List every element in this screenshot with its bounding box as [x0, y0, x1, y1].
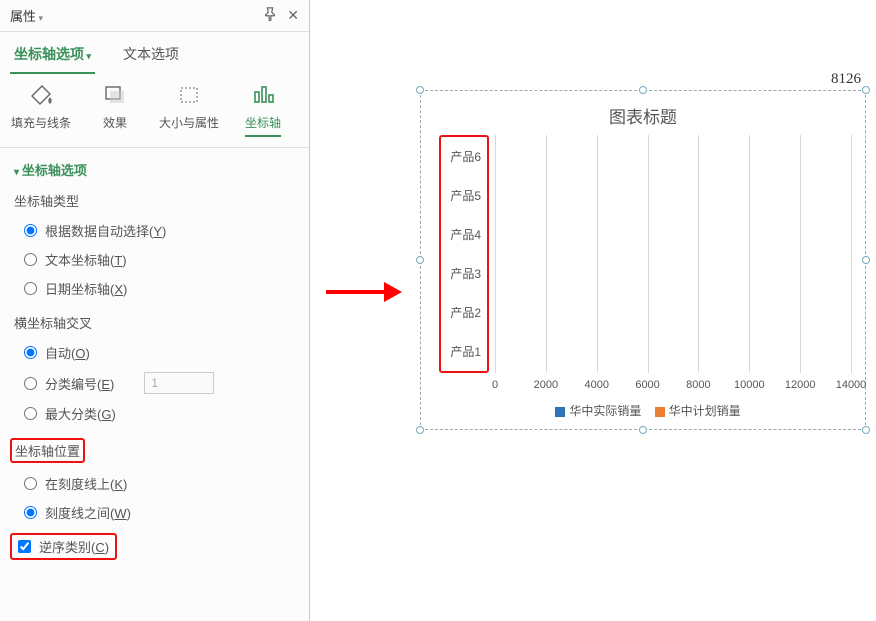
legend-label: 华中实际销量: [569, 404, 641, 418]
radio-label: 最大分类(: [45, 407, 101, 422]
category-label: 产品3: [441, 254, 487, 293]
panel-header: 属性 ✕: [0, 0, 309, 32]
radio-axis-date[interactable]: 日期坐标轴(X): [14, 274, 295, 303]
radio-axis-text[interactable]: 文本坐标轴(T): [14, 245, 295, 274]
radio-label: 自动(: [45, 346, 75, 361]
close-icon[interactable]: ✕: [287, 7, 299, 24]
radio-input[interactable]: [24, 253, 37, 266]
chart-object[interactable]: 8126 图表标题 产品6产品5产品4产品3产品2产品1 02000400060…: [420, 90, 866, 430]
resize-handle[interactable]: [862, 86, 870, 94]
resize-handle[interactable]: [416, 256, 424, 264]
x-tick-label: 12000: [785, 379, 816, 391]
radio-label: 根据数据自动选择(: [45, 224, 153, 239]
resize-handle[interactable]: [862, 426, 870, 434]
icon-tab-effect[interactable]: 效果: [78, 84, 152, 137]
category-label: 产品4: [441, 215, 487, 254]
bucket-icon: [4, 84, 78, 110]
radio-input[interactable]: [24, 377, 37, 390]
catno-input[interactable]: [144, 372, 214, 394]
icon-tab-label: 效果: [103, 116, 127, 130]
x-tick-label: 4000: [584, 379, 608, 391]
resize-handle[interactable]: [639, 426, 647, 434]
radio-label: 在刻度线上(: [45, 477, 114, 492]
highlight-box: 坐标轴位置: [10, 438, 85, 463]
chart-title[interactable]: 图表标题: [421, 91, 865, 136]
icon-tab-fill-line[interactable]: 填充与线条: [4, 84, 78, 137]
radio-cross-auto[interactable]: 自动(O): [14, 338, 295, 367]
icon-tab-axis[interactable]: 坐标轴: [226, 84, 300, 137]
axis-options-section: 坐标轴选项 坐标轴类型 根据数据自动选择(Y) 文本坐标轴(T) 日期坐标轴(X…: [0, 148, 309, 572]
radio-input[interactable]: [24, 477, 37, 490]
icon-tab-size-prop[interactable]: 大小与属性: [152, 84, 226, 137]
category-label: 产品1: [441, 332, 487, 371]
x-tick-label: 14000: [836, 379, 867, 391]
x-tick-label: 8000: [686, 379, 710, 391]
legend-swatch: [555, 407, 565, 417]
checkbox-reverse-categories[interactable]: 逆序类别(C): [10, 533, 117, 560]
size-icon: [152, 84, 226, 110]
legend[interactable]: 华中实际销量 华中计划销量: [421, 402, 865, 419]
tab-text-options[interactable]: 文本选项: [119, 40, 183, 74]
radio-label: 文本坐标轴(: [45, 253, 114, 268]
x-tick-label: 6000: [635, 379, 659, 391]
properties-panel: 属性 ✕ 坐标轴选项 文本选项 填充与线条 效果 大小: [0, 0, 310, 621]
main-tabs: 坐标轴选项 文本选项: [0, 32, 309, 74]
axis-pos-label: 坐标轴位置: [14, 438, 295, 463]
radio-input[interactable]: [24, 224, 37, 237]
icon-tab-label: 大小与属性: [159, 116, 219, 130]
icon-tabs: 填充与线条 效果 大小与属性 坐标轴: [0, 74, 309, 148]
cross-label: 横坐标轴交叉: [14, 313, 295, 332]
radio-pos-ontick[interactable]: 在刻度线上(K): [14, 469, 295, 498]
radio-cross-catno[interactable]: 分类编号(E): [14, 367, 295, 399]
section-title[interactable]: 坐标轴选项: [14, 160, 295, 179]
pin-icon[interactable]: [263, 7, 277, 24]
radio-input[interactable]: [24, 282, 37, 295]
resize-handle[interactable]: [862, 256, 870, 264]
resize-handle[interactable]: [416, 86, 424, 94]
radio-input[interactable]: [24, 346, 37, 359]
icon-tab-label: 填充与线条: [11, 116, 71, 130]
radio-label: 刻度线之间(: [45, 506, 114, 521]
legend-label: 华中计划销量: [669, 404, 741, 418]
stray-number: 8126: [831, 71, 861, 88]
radio-label: 分类编号(: [45, 377, 101, 392]
checkbox-input[interactable]: [18, 540, 31, 553]
arrow-icon: [326, 282, 406, 302]
radio-pos-between[interactable]: 刻度线之间(W): [14, 498, 295, 527]
x-tick-label: 10000: [734, 379, 765, 391]
x-axis: 02000400060008000100001200014000: [495, 379, 851, 395]
x-tick-label: 0: [492, 379, 498, 391]
bar-series: [495, 135, 851, 373]
category-label: 产品2: [441, 293, 487, 332]
checkbox-label: 逆序类别(: [39, 540, 95, 555]
category-label: 产品6: [441, 137, 487, 176]
resize-handle[interactable]: [416, 426, 424, 434]
radio-input[interactable]: [24, 506, 37, 519]
legend-swatch: [655, 407, 665, 417]
radio-input[interactable]: [24, 407, 37, 420]
radio-axis-auto[interactable]: 根据数据自动选择(Y): [14, 216, 295, 245]
category-axis-highlight: 产品6产品5产品4产品3产品2产品1: [439, 135, 489, 373]
resize-handle[interactable]: [639, 86, 647, 94]
panel-title[interactable]: 属性: [10, 6, 43, 25]
category-label: 产品5: [441, 176, 487, 215]
axis-icon: [226, 84, 300, 110]
effect-icon: [78, 84, 152, 110]
radio-label: 日期坐标轴(: [45, 282, 114, 297]
radio-cross-max[interactable]: 最大分类(G): [14, 399, 295, 428]
icon-tab-label: 坐标轴: [245, 114, 281, 137]
tab-axis-options[interactable]: 坐标轴选项: [10, 40, 95, 74]
axis-type-label: 坐标轴类型: [14, 191, 295, 210]
plot-area[interactable]: 产品6产品5产品4产品3产品2产品1 020004000600080001000…: [435, 135, 851, 373]
x-tick-label: 2000: [534, 379, 558, 391]
